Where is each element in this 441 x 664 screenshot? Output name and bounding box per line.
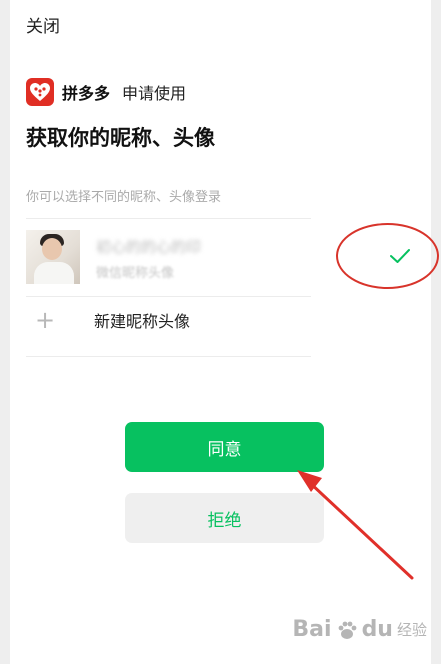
account-nickname: 初心的的心的印 (96, 238, 202, 256)
agree-button[interactable]: 同意 (125, 422, 324, 472)
divider (26, 296, 311, 297)
annotation-highlight-ring (336, 223, 439, 289)
reject-button[interactable]: 拒绝 (125, 493, 324, 543)
watermark-text-right: du (361, 617, 393, 642)
app-request-text: 申请使用 (122, 84, 187, 103)
divider (26, 356, 311, 357)
avatar (26, 230, 80, 284)
close-button[interactable]: 关闭 (26, 12, 60, 37)
account-subtitle: 微信昵称头像 (96, 266, 175, 281)
divider (26, 218, 311, 219)
pinduoduo-logo-icon (26, 78, 54, 106)
new-profile-row[interactable]: + 新建昵称头像 (26, 308, 190, 332)
watermark-text-left: Bai (292, 617, 332, 642)
watermark: Bai du 经验 (292, 617, 427, 642)
hint-text: 你可以选择不同的昵称、头像登录 (26, 190, 222, 205)
app-info-row: 拼多多 申请使用 (26, 78, 186, 106)
heart-logo-glyph (30, 83, 50, 101)
plus-icon: + (34, 306, 56, 334)
page-title: 获取你的昵称、头像 (26, 126, 215, 150)
baidu-paw-icon (338, 621, 356, 639)
app-name: 拼多多 (62, 84, 111, 103)
watermark-sub: 经验 (396, 621, 427, 639)
new-profile-label: 新建昵称头像 (94, 312, 191, 331)
